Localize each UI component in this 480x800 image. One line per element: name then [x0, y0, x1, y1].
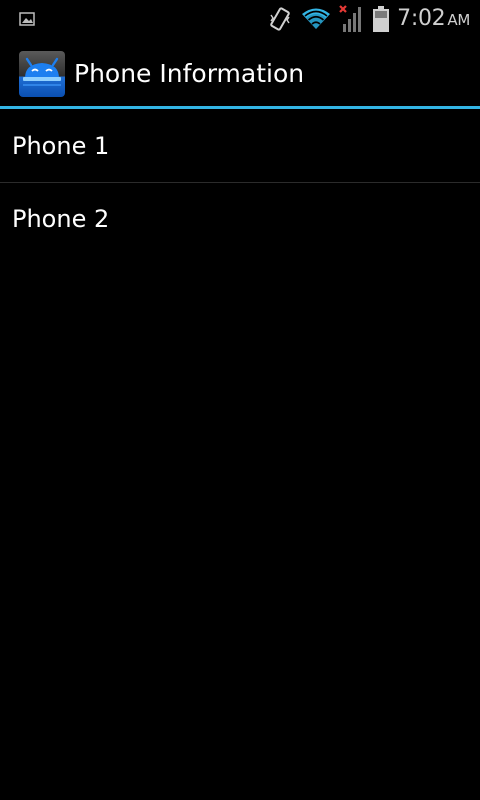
vibrate-icon — [270, 7, 290, 31]
clock-time: 7:02 — [397, 5, 446, 31]
list-item-phone-1[interactable]: Phone 1 — [0, 110, 480, 182]
action-bar-divider — [0, 106, 480, 109]
image-icon — [19, 12, 35, 26]
page-title: Phone Information — [74, 59, 305, 88]
status-clock: 7:02 AM — [397, 0, 470, 39]
wifi-icon — [302, 8, 331, 29]
signal-icon — [339, 5, 362, 32]
status-bar: 7:02 AM — [0, 0, 480, 38]
list-item-label: Phone 2 — [12, 205, 110, 233]
clock-ampm: AM — [447, 10, 470, 29]
android-app-icon[interactable] — [18, 50, 66, 98]
battery-icon — [373, 6, 390, 32]
list-item-phone-2[interactable]: Phone 2 — [0, 183, 480, 255]
list-item-label: Phone 1 — [12, 132, 110, 160]
action-bar: Phone Information — [0, 38, 480, 106]
status-icons: 7:02 AM — [269, 0, 470, 38]
phone-list: Phone 1 Phone 2 — [0, 110, 480, 255]
